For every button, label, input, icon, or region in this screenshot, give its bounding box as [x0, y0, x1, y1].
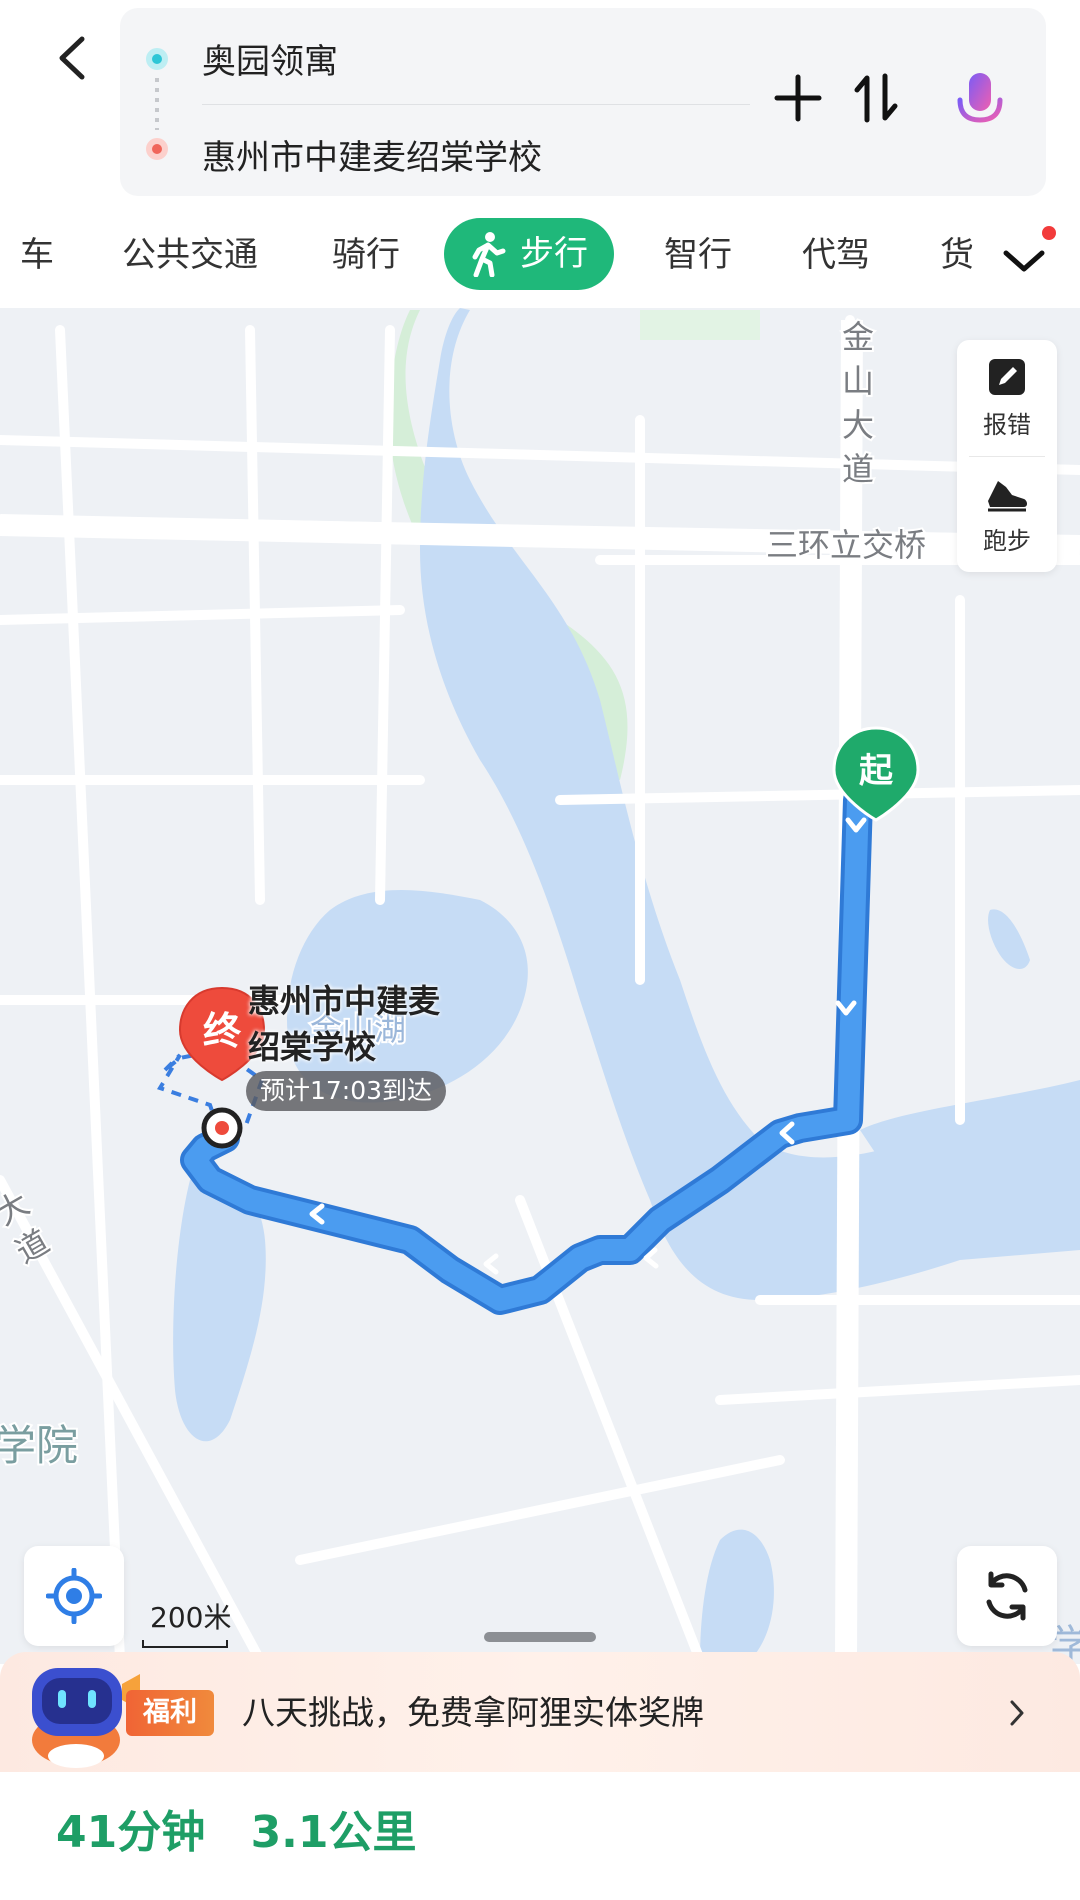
travel-mode-tabs: 车 公共交通 骑行 步行 智行 代驾 货: [0, 210, 1080, 300]
swap-icon: [854, 73, 898, 123]
promo-text: 八天挑战，免费拿阿狸实体奖牌: [242, 1693, 704, 1732]
road-label-shan: 山: [842, 363, 874, 399]
start-dot-icon: [146, 48, 168, 70]
chevron-right-icon: [1010, 1700, 1024, 1726]
origin-field[interactable]: 奥园领寓: [202, 34, 338, 83]
map-side-panel: 报错 跑步: [957, 340, 1057, 572]
destination-field[interactable]: 惠州市中建麦绍棠学校: [202, 130, 542, 179]
chevron-left-icon: [59, 36, 85, 80]
scale-label: 200米: [150, 1601, 232, 1634]
destination-label-line2: 绍棠学校: [248, 1028, 377, 1066]
report-error-label: 报错: [983, 410, 1031, 439]
back-button[interactable]: [42, 28, 102, 88]
running-button[interactable]: 跑步: [957, 456, 1057, 572]
microphone-icon: [957, 73, 1003, 135]
chevron-down-icon: [1003, 250, 1045, 272]
route-duration: 41分钟: [56, 1807, 206, 1858]
road-label-jin: 金: [842, 319, 874, 355]
route-header: 奥园领寓 惠州市中建麦绍棠学校: [0, 0, 1080, 200]
end-dot-icon: [146, 138, 168, 160]
road-label-da: 大: [842, 407, 874, 443]
map-canvas: 金 山 大 道 三环立交桥 金山湖 大 道 学院 学 终 起: [0, 308, 1080, 1664]
running-shoe-icon: [988, 480, 1027, 511]
tab-freight[interactable]: 货: [940, 230, 974, 280]
tab-cycling[interactable]: 骑行: [332, 230, 400, 280]
route-connector: [155, 78, 159, 130]
tab-driver-service[interactable]: 代驾: [802, 230, 870, 280]
divider: [202, 104, 750, 105]
running-label: 跑步: [983, 526, 1031, 555]
destination-map-label: 惠州市中建麦 绍棠学校: [248, 978, 478, 1070]
drag-handle[interactable]: [484, 1632, 596, 1642]
refresh-route-button[interactable]: [957, 1546, 1057, 1646]
route-summary: 41分钟 3.1公里: [56, 1796, 447, 1860]
promo-arrow[interactable]: [1004, 1696, 1030, 1734]
walking-person-icon: [472, 232, 506, 277]
plus-icon: [774, 74, 822, 122]
more-tabs-button[interactable]: [996, 236, 1052, 286]
crosshair-icon: [46, 1568, 102, 1624]
notification-dot: [1042, 226, 1056, 240]
road-label-dao: 道: [842, 451, 874, 487]
add-waypoint-button[interactable]: [770, 70, 826, 126]
tab-walking-label: 步行: [520, 234, 588, 274]
map-view[interactable]: 金 山 大 道 三环立交桥 金山湖 大 道 学院 学 终 起: [0, 308, 1080, 1664]
scale-bar: [142, 1640, 228, 1648]
welfare-badge: 福利: [126, 1690, 214, 1736]
poi-label-college: 学院: [0, 1422, 78, 1469]
swap-route-button[interactable]: [848, 70, 904, 126]
tab-walking[interactable]: 步行: [444, 218, 614, 290]
road-label-interchange: 三环立交桥: [766, 527, 926, 563]
tab-public-transit[interactable]: 公共交通: [122, 230, 258, 280]
end-marker-text: 终: [203, 1011, 242, 1053]
refresh-icon: [986, 1571, 1028, 1621]
eta-badge: 预计17:03到达: [246, 1071, 447, 1111]
report-error-button[interactable]: 报错: [957, 340, 1057, 456]
voice-input-button[interactable]: [950, 70, 1010, 136]
destination-label-line1: 惠州市中建麦: [248, 982, 441, 1020]
route-distance: 3.1公里: [250, 1807, 417, 1858]
locate-me-button[interactable]: [24, 1546, 124, 1646]
tab-car[interactable]: 车: [20, 230, 54, 280]
start-marker-text: 起: [859, 752, 894, 790]
tab-smart[interactable]: 智行: [664, 230, 732, 280]
edit-icon: [989, 358, 1025, 395]
